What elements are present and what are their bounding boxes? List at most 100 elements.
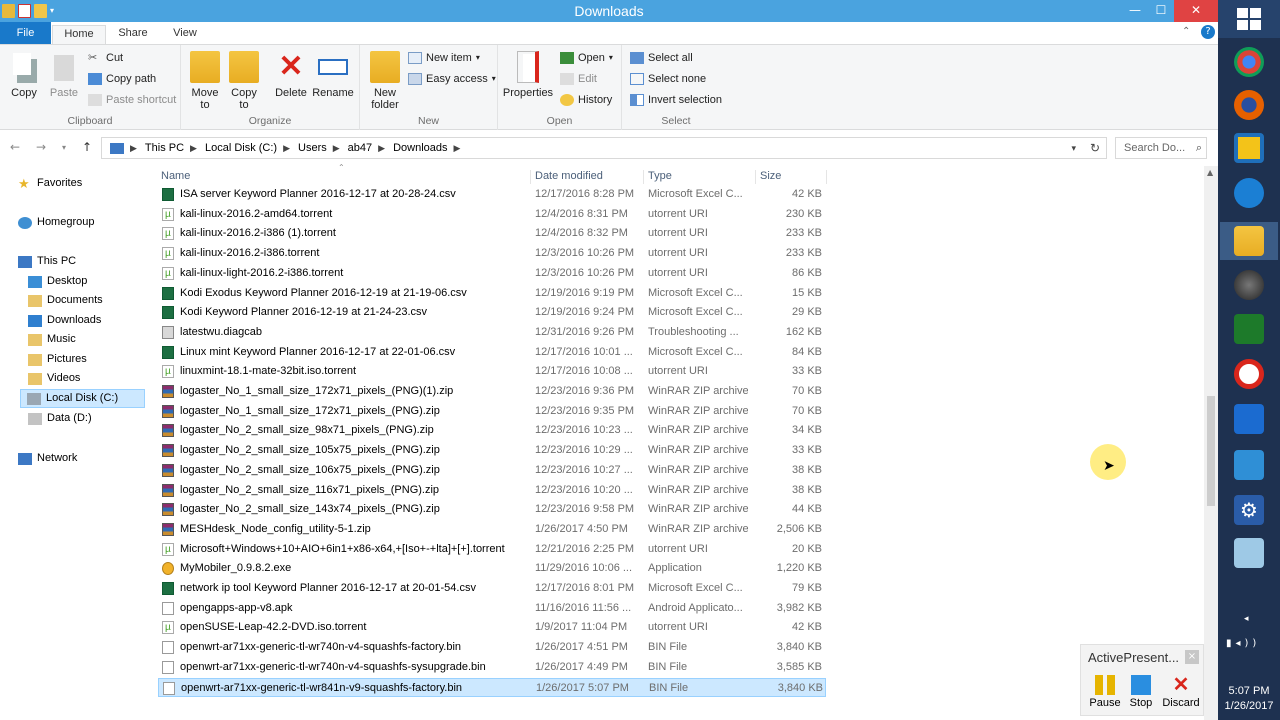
table-row[interactable]: opengapps-app-v8.apk 11/16/2016 11:56 ...… xyxy=(158,599,826,618)
table-row[interactable]: Microsoft+Windows+10+AIO+6in1+x86-x64,+[… xyxy=(158,540,826,559)
app-icon[interactable] xyxy=(1234,538,1264,568)
table-row[interactable]: logaster_No_2_small_size_116x71_pixels_(… xyxy=(158,481,826,500)
crumb-users[interactable]: Users xyxy=(298,142,327,154)
chevron-right-icon[interactable]: ▶ xyxy=(130,143,137,154)
edit-button[interactable]: Edit xyxy=(560,70,597,88)
crumb-local-disk[interactable]: Local Disk (C:) xyxy=(205,142,277,154)
back-arrow-icon[interactable]: ← xyxy=(10,140,20,154)
nav-downloads[interactable]: Downloads xyxy=(28,311,101,330)
column-divider[interactable] xyxy=(826,170,827,184)
nav-homegroup[interactable]: Homegroup xyxy=(18,213,94,232)
tab-file[interactable]: File xyxy=(0,22,51,44)
collapse-ribbon-icon[interactable]: ⌃ xyxy=(1182,26,1190,37)
table-row[interactable]: logaster_No_2_small_size_143x74_pixels_(… xyxy=(158,500,826,519)
table-row[interactable]: Kodi Keyword Planner 2016-12-19 at 21-24… xyxy=(158,303,826,322)
app-icon[interactable] xyxy=(1234,133,1264,163)
activepresenter-close-button[interactable]: × xyxy=(1185,650,1199,664)
tab-view[interactable]: View xyxy=(165,25,205,44)
recorder-icon[interactable] xyxy=(1234,359,1264,389)
nav-local-disk[interactable]: Local Disk (C:) xyxy=(20,389,145,408)
open-button[interactable]: Open ▾ xyxy=(560,49,613,67)
tray-arrow-icon[interactable]: ◂ xyxy=(1244,614,1249,624)
scroll-up-icon[interactable]: ▲ xyxy=(1207,168,1213,177)
column-divider[interactable] xyxy=(530,170,531,184)
properties-button[interactable]: Properties xyxy=(502,51,554,99)
select-none-button[interactable]: Select none xyxy=(630,70,706,88)
column-header-date[interactable]: Date modified xyxy=(535,166,603,186)
cut-button[interactable]: ✂ Cut xyxy=(88,49,123,67)
firefox-icon[interactable] xyxy=(1234,90,1264,120)
chevron-right-icon[interactable]: ▶ xyxy=(378,143,385,154)
paste-button[interactable]: Paste xyxy=(46,51,82,99)
table-row[interactable]: openwrt-ar71xx-generic-tl-wr740n-v4-squa… xyxy=(158,638,826,657)
column-divider[interactable] xyxy=(643,170,644,184)
tab-share[interactable]: Share xyxy=(112,25,154,44)
copy-path-button[interactable]: Copy path xyxy=(88,70,156,88)
table-row[interactable]: kali-linux-light-2016.2-i386.torrent 12/3… xyxy=(158,264,826,283)
nav-documents[interactable]: Documents xyxy=(28,291,103,310)
pause-button[interactable]: Pause xyxy=(1085,675,1125,709)
table-row[interactable]: Kodi Exodus Keyword Planner 2016-12-19 a… xyxy=(158,284,826,303)
table-row[interactable]: kali-linux-2016.2-amd64.torrent 12/4/2016… xyxy=(158,205,826,224)
crumb-this-pc[interactable]: This PC xyxy=(145,142,184,154)
nav-favorites[interactable]: ★ Favorites xyxy=(18,174,82,193)
chrome-icon[interactable] xyxy=(1234,47,1264,77)
nav-data-drive[interactable]: Data (D:) xyxy=(28,409,92,428)
nav-network[interactable]: Network xyxy=(18,449,77,468)
up-arrow-icon[interactable]: ↑ xyxy=(82,140,92,154)
table-row[interactable]: latestwu.diagcab 12/31/2016 9:26 PM Troubl… xyxy=(158,323,826,342)
column-header-size[interactable]: Size xyxy=(760,166,781,186)
settings-gear-icon[interactable]: ⚙ xyxy=(1234,495,1264,525)
column-divider[interactable] xyxy=(755,170,756,184)
help-icon[interactable]: ? xyxy=(1201,25,1215,39)
search-input[interactable]: Search Do... ⌕ xyxy=(1115,137,1207,159)
nav-videos[interactable]: Videos xyxy=(28,369,80,388)
invert-selection-button[interactable]: Invert selection xyxy=(630,91,722,109)
column-header-name[interactable]: Name xyxy=(161,166,190,186)
nav-music[interactable]: Music xyxy=(28,330,76,349)
nav-desktop[interactable]: Desktop xyxy=(28,272,87,291)
easy-access-button[interactable]: Easy access ▾ xyxy=(408,70,496,88)
refresh-icon[interactable]: ↻ xyxy=(1090,141,1100,155)
skype-icon[interactable] xyxy=(1234,178,1264,208)
discard-button[interactable]: ✕ Discard xyxy=(1161,675,1201,709)
vertical-scrollbar[interactable]: ▲ xyxy=(1204,166,1218,720)
copy-button[interactable]: Copy xyxy=(6,51,42,99)
table-row[interactable]: Linux mint Keyword Planner 2016-12-17 at… xyxy=(158,343,826,362)
nav-this-pc[interactable]: This PC xyxy=(18,252,76,271)
select-all-button[interactable]: Select all xyxy=(630,49,693,67)
table-row[interactable]: MESHdesk_Node_config_utility-5-1.zip 1/26… xyxy=(158,520,826,539)
copy-to-button[interactable]: Copy to xyxy=(228,51,260,111)
system-clock[interactable]: 5:07 PM 1/26/2017 xyxy=(1218,684,1280,714)
table-row[interactable]: openwrt-ar71xx-generic-tl-wr740n-v4-squa… xyxy=(158,658,826,677)
maximize-button[interactable]: ☐ xyxy=(1148,0,1174,22)
close-button[interactable]: ✕ xyxy=(1174,0,1218,22)
table-row[interactable]: kali-linux-2016.2-i386.torrent 12/3/2016 … xyxy=(158,244,826,263)
new-item-button[interactable]: New item ▾ xyxy=(408,49,480,67)
address-dropdown-icon[interactable]: ▾ xyxy=(1071,143,1076,154)
table-row[interactable]: network ip tool Keyword Planner 2016-12-… xyxy=(158,579,826,598)
table-row-selected[interactable]: openwrt-ar71xx-generic-tl-wr841n-v9-squa… xyxy=(158,677,826,697)
remote-desktop-icon[interactable] xyxy=(1234,404,1264,434)
history-button[interactable]: History xyxy=(560,91,612,109)
start-button[interactable] xyxy=(1218,0,1280,38)
crumb-ab47[interactable]: ab47 xyxy=(348,142,372,154)
chevron-right-icon[interactable]: ▶ xyxy=(333,143,340,154)
column-header-type[interactable]: Type xyxy=(648,166,672,186)
crumb-downloads[interactable]: Downloads xyxy=(393,142,447,154)
nav-pictures[interactable]: Pictures xyxy=(28,350,87,369)
delete-button[interactable]: ✕ Delete xyxy=(273,51,309,100)
rename-button[interactable]: Rename xyxy=(311,51,355,99)
table-row[interactable]: kali-linux-2016.2-i386 (1).torrent 12/4/2… xyxy=(158,224,826,243)
app-pro-icon[interactable] xyxy=(1234,270,1264,300)
table-row[interactable]: ISA server Keyword Planner 2016-12-17 at… xyxy=(158,185,826,204)
forward-arrow-icon[interactable]: → xyxy=(36,140,46,154)
table-row[interactable]: logaster_No_2_small_size_106x75_pixels_(… xyxy=(158,461,826,480)
stop-button[interactable]: Stop xyxy=(1121,675,1161,709)
chevron-right-icon[interactable]: ▶ xyxy=(454,143,461,154)
move-to-button[interactable]: Move to xyxy=(189,51,221,111)
breadcrumb[interactable]: ▶ This PC ▶ Local Disk (C:) ▶ Users ▶ ab… xyxy=(101,137,1107,159)
table-row[interactable]: logaster_No_1_small_size_172x71_pixels_(… xyxy=(158,402,826,421)
recent-locations-icon[interactable]: ▾ xyxy=(62,143,66,152)
table-row[interactable]: logaster_No_2_small_size_98x71_pixels_(P… xyxy=(158,421,826,440)
